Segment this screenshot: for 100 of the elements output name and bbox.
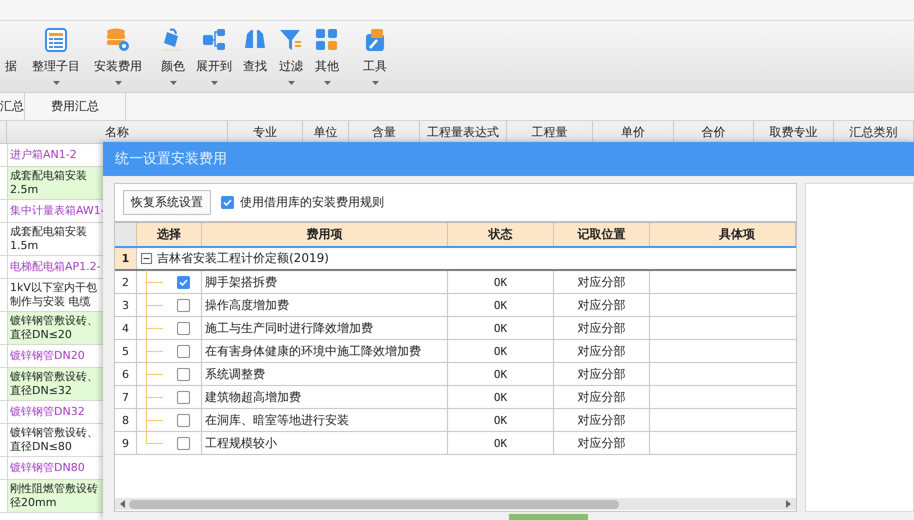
cell-text: 成套配电箱安装 <box>10 169 87 183</box>
checkbox-label: 使用借用库的安装费用规则 <box>240 194 384 211</box>
toolbar-button[interactable]: 整理子目 <box>32 27 80 85</box>
table-cell: 对应分部 <box>554 294 650 316</box>
checkbox[interactable] <box>177 368 190 380</box>
table-cell: 在洞库、暗室等地进行安装 <box>202 409 448 431</box>
tree-line <box>146 316 163 339</box>
toolbar-button[interactable]: 过滤 <box>278 27 304 85</box>
row-number: 8 <box>115 409 137 431</box>
table-cell: 操作高度增加费 <box>202 294 448 316</box>
collapse-icon[interactable] <box>141 253 152 264</box>
row-number: 7 <box>115 386 137 408</box>
table-cell: 工程规模较小 <box>202 432 448 454</box>
checkbox[interactable] <box>221 196 234 209</box>
row-number: 5 <box>115 340 137 362</box>
scroll-thumb[interactable] <box>129 500 619 508</box>
row-number: 6 <box>115 363 137 385</box>
cell-text: 径20mm <box>10 496 56 510</box>
table-cell: 对应分部 <box>554 409 650 431</box>
table-cell: OK <box>448 271 554 293</box>
group-label: 吉林省安装工程计价定额(2019) <box>157 250 329 267</box>
dialog-title: 统一设置安装费用 <box>103 142 914 176</box>
tab[interactable]: 费用汇总 <box>25 93 126 120</box>
cell-text: 集中计量表箱AW1- <box>10 204 105 218</box>
column-header: 记取位置 <box>554 223 650 246</box>
cell-text: 2.5m <box>10 183 38 197</box>
table-cell: 对应分部 <box>554 432 650 454</box>
table-cell: 在有害身体健康的环境中施工降效增加费 <box>202 340 448 362</box>
toolbar-button[interactable]: 安装费用 <box>94 27 142 85</box>
row-number: 3 <box>115 294 137 316</box>
corner-cell <box>115 223 137 246</box>
cell-text: 镀锌钢管DN32 <box>10 405 85 419</box>
column-header: 具体项 <box>650 223 796 246</box>
table-cell: 对应分部 <box>554 386 650 408</box>
cell-text: 直径DN≤80 <box>10 440 72 454</box>
cell-text: 1.5m <box>10 239 38 253</box>
column-header: 状态 <box>448 223 554 246</box>
toolbar-button[interactable]: 查找 <box>242 27 268 85</box>
check-icon <box>223 199 232 206</box>
tree-line <box>146 270 163 293</box>
database-icon <box>106 28 130 52</box>
grid-icon <box>315 28 339 52</box>
table-cell: 脚手架搭拆费 <box>202 271 448 293</box>
toolbox-icon <box>363 28 387 52</box>
cell-text: 镀锌钢管DN80 <box>10 461 85 475</box>
table-cell: 对应分部 <box>554 271 650 293</box>
cell-text: 镀锌钢管敷设砖、 <box>10 370 98 384</box>
table-cell: OK <box>448 386 554 408</box>
cell-text: 镀锌钢管敷设砖、 <box>10 314 98 328</box>
checkbox[interactable] <box>177 390 190 404</box>
tree-line <box>146 339 163 362</box>
toolbar-button[interactable]: 展开到 <box>196 27 232 85</box>
tree-line <box>146 385 163 408</box>
table-cell: 施工与生产同时进行降效增加费 <box>202 317 448 339</box>
row-number: 9 <box>115 432 137 454</box>
table-cell: 对应分部 <box>554 317 650 339</box>
reset-button[interactable]: 恢复系统设置 <box>123 190 211 215</box>
column-header: 选择 <box>137 223 202 246</box>
tab[interactable]: 汇总 <box>0 93 25 120</box>
table-cell: 建筑物超高增加费 <box>202 386 448 408</box>
table-cell: OK <box>448 340 554 362</box>
tree-line <box>146 362 163 385</box>
toolbar-button[interactable]: 据 <box>0 27 24 85</box>
row-number: 4 <box>115 317 137 339</box>
table-cell: OK <box>448 409 554 431</box>
table-cell: OK <box>448 294 554 316</box>
scroll-right-icon[interactable] <box>784 500 792 508</box>
cell-text: 直径DN≤32 <box>10 384 72 398</box>
group-row[interactable]: 1 吉林省安装工程计价定额(2019) <box>115 248 796 271</box>
cell-text: 镀锌钢管DN20 <box>10 349 85 363</box>
table-cell: 对应分部 <box>554 340 650 362</box>
table-cell: OK <box>448 317 554 339</box>
cell-text: 镀锌钢管敷设砖、 <box>10 426 98 440</box>
checkbox[interactable] <box>177 414 190 426</box>
check-icon <box>179 278 188 286</box>
toolbar-button[interactable]: 颜色 <box>160 27 186 85</box>
checkbox[interactable] <box>177 436 190 450</box>
toolbar-button[interactable]: 其他 <box>314 27 340 85</box>
cell-text: 进户箱AN1-2 <box>10 148 77 162</box>
cell-text: 电梯配电箱AP1.2- <box>10 260 101 274</box>
cell-text: 制作与安装 电缆 <box>10 295 90 309</box>
scroll-left-icon[interactable] <box>119 500 127 508</box>
filter-icon <box>279 28 303 52</box>
tree-line <box>146 293 163 316</box>
horizontal-scrollbar[interactable] <box>115 498 796 510</box>
column-header: 费用项 <box>202 223 448 246</box>
hierarchy-icon <box>202 28 226 52</box>
checkbox[interactable] <box>177 298 190 312</box>
cell-text: 刚性阻燃管敷设砖 <box>10 482 98 496</box>
cell-text: 成套配电箱安装 <box>10 225 87 239</box>
cell-text: 直径DN≤20 <box>10 328 72 342</box>
toolbar-button[interactable]: 工具 <box>362 27 388 85</box>
checkbox[interactable] <box>177 276 190 288</box>
row-number: 1 <box>115 248 137 269</box>
table-cell: 系统调整费 <box>202 363 448 385</box>
table-cell: OK <box>448 432 554 454</box>
handle-tab[interactable] <box>509 514 588 520</box>
checkbox[interactable] <box>177 344 190 358</box>
row-number: 2 <box>115 271 137 293</box>
checkbox[interactable] <box>177 322 190 334</box>
